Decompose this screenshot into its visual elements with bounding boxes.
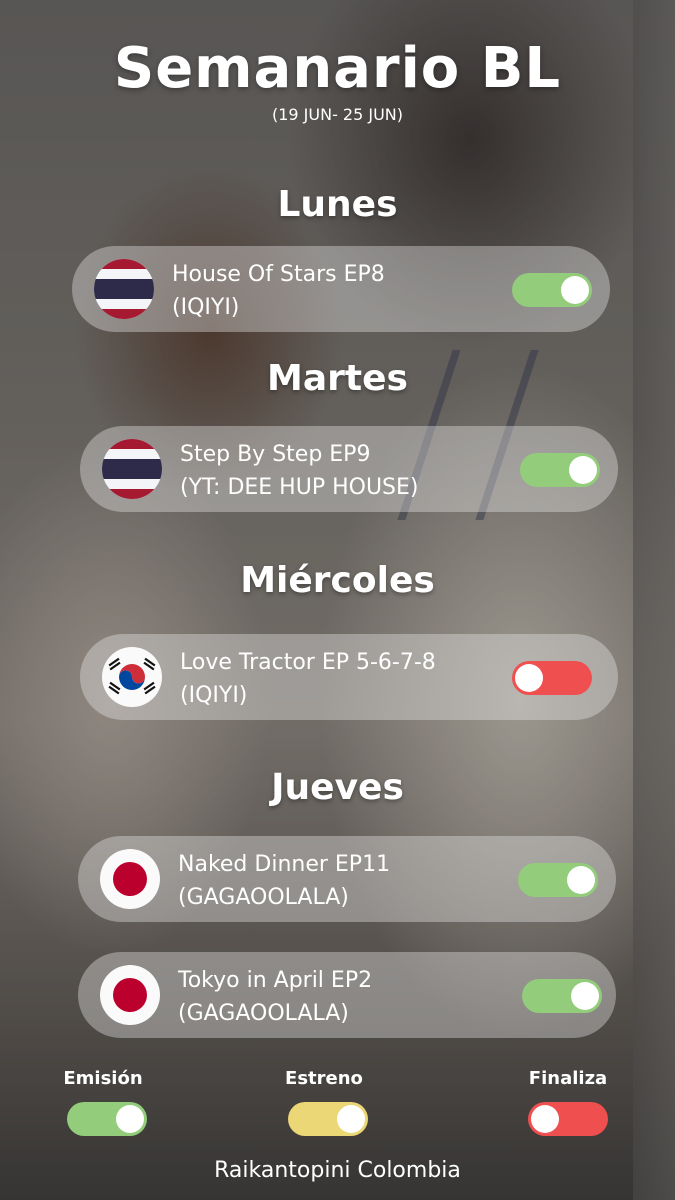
day-heading-jueves: Jueves xyxy=(271,767,404,808)
legend-toggle-finaliza xyxy=(528,1102,608,1136)
south-korea-flag-icon xyxy=(102,647,162,707)
show-info: Tokyo in April EP2 (GAGAOOLALA) xyxy=(178,964,372,1030)
show-card[interactable]: Tokyo in April EP2 (GAGAOOLALA) xyxy=(78,952,616,1038)
show-card[interactable]: Step By Step EP9 (YT: DEE HUP HOUSE) xyxy=(80,426,618,512)
show-card[interactable]: Naked Dinner EP11 (GAGAOOLALA) xyxy=(78,836,616,922)
status-toggle-emision[interactable] xyxy=(518,863,598,897)
show-info: Naked Dinner EP11 (GAGAOOLALA) xyxy=(178,848,390,914)
legend-label-finaliza: Finaliza xyxy=(528,1068,608,1089)
toggle-knob xyxy=(561,276,589,304)
show-card[interactable]: Love Tractor EP 5-6-7-8 (IQIYI) xyxy=(80,634,618,720)
status-toggle-emision[interactable] xyxy=(512,273,592,307)
japan-flag-icon xyxy=(100,849,160,909)
show-info: Step By Step EP9 (YT: DEE HUP HOUSE) xyxy=(180,438,419,504)
toggle-knob xyxy=(569,456,597,484)
thailand-flag-icon xyxy=(102,439,162,499)
legend-toggle-emision xyxy=(67,1102,147,1136)
toggle-knob xyxy=(531,1105,559,1133)
show-info: House Of Stars EP8 (IQIYI) xyxy=(172,258,385,324)
show-platform: (GAGAOOLALA) xyxy=(178,885,349,910)
day-heading-martes: Martes xyxy=(267,358,408,399)
show-info: Love Tractor EP 5-6-7-8 (IQIYI) xyxy=(180,646,436,712)
toggle-knob xyxy=(515,664,543,692)
toggle-knob xyxy=(567,866,595,894)
show-platform: (IQIYI) xyxy=(180,683,248,708)
day-heading-miercoles: Miércoles xyxy=(240,560,435,601)
legend-label-emision: Emisión xyxy=(63,1068,143,1089)
schedule-poster: Semanario BL (19 JUN- 25 JUN) Lunes Hous… xyxy=(0,0,675,1200)
show-card[interactable]: House Of Stars EP8 (IQIYI) xyxy=(72,246,610,332)
legend-toggle-estreno xyxy=(288,1102,368,1136)
show-title: Tokyo in April EP2 xyxy=(178,968,373,993)
show-title: Love Tractor EP 5-6-7-8 xyxy=(180,650,436,675)
show-title: Step By Step EP9 xyxy=(180,442,371,467)
footer-credit: Raikantopini Colombia xyxy=(214,1158,461,1183)
status-toggle-emision[interactable] xyxy=(522,979,602,1013)
status-toggle-finaliza[interactable] xyxy=(512,661,592,695)
toggle-knob xyxy=(571,982,599,1010)
status-toggle-emision[interactable] xyxy=(520,453,600,487)
day-heading-lunes: Lunes xyxy=(277,184,398,225)
show-platform: (IQIYI) xyxy=(172,295,240,320)
toggle-knob xyxy=(337,1105,365,1133)
thailand-flag-icon xyxy=(94,259,154,319)
date-range: (19 JUN- 25 JUN) xyxy=(271,105,404,124)
show-platform: (YT: DEE HUP HOUSE) xyxy=(180,475,419,500)
show-title: House Of Stars EP8 xyxy=(172,262,385,287)
page-title: Semanario BL xyxy=(113,36,562,101)
legend-label-estreno: Estreno xyxy=(285,1068,363,1089)
japan-flag-icon xyxy=(100,965,160,1025)
show-title: Naked Dinner EP11 xyxy=(178,852,391,877)
show-platform: (GAGAOOLALA) xyxy=(178,1001,349,1026)
toggle-knob xyxy=(116,1105,144,1133)
